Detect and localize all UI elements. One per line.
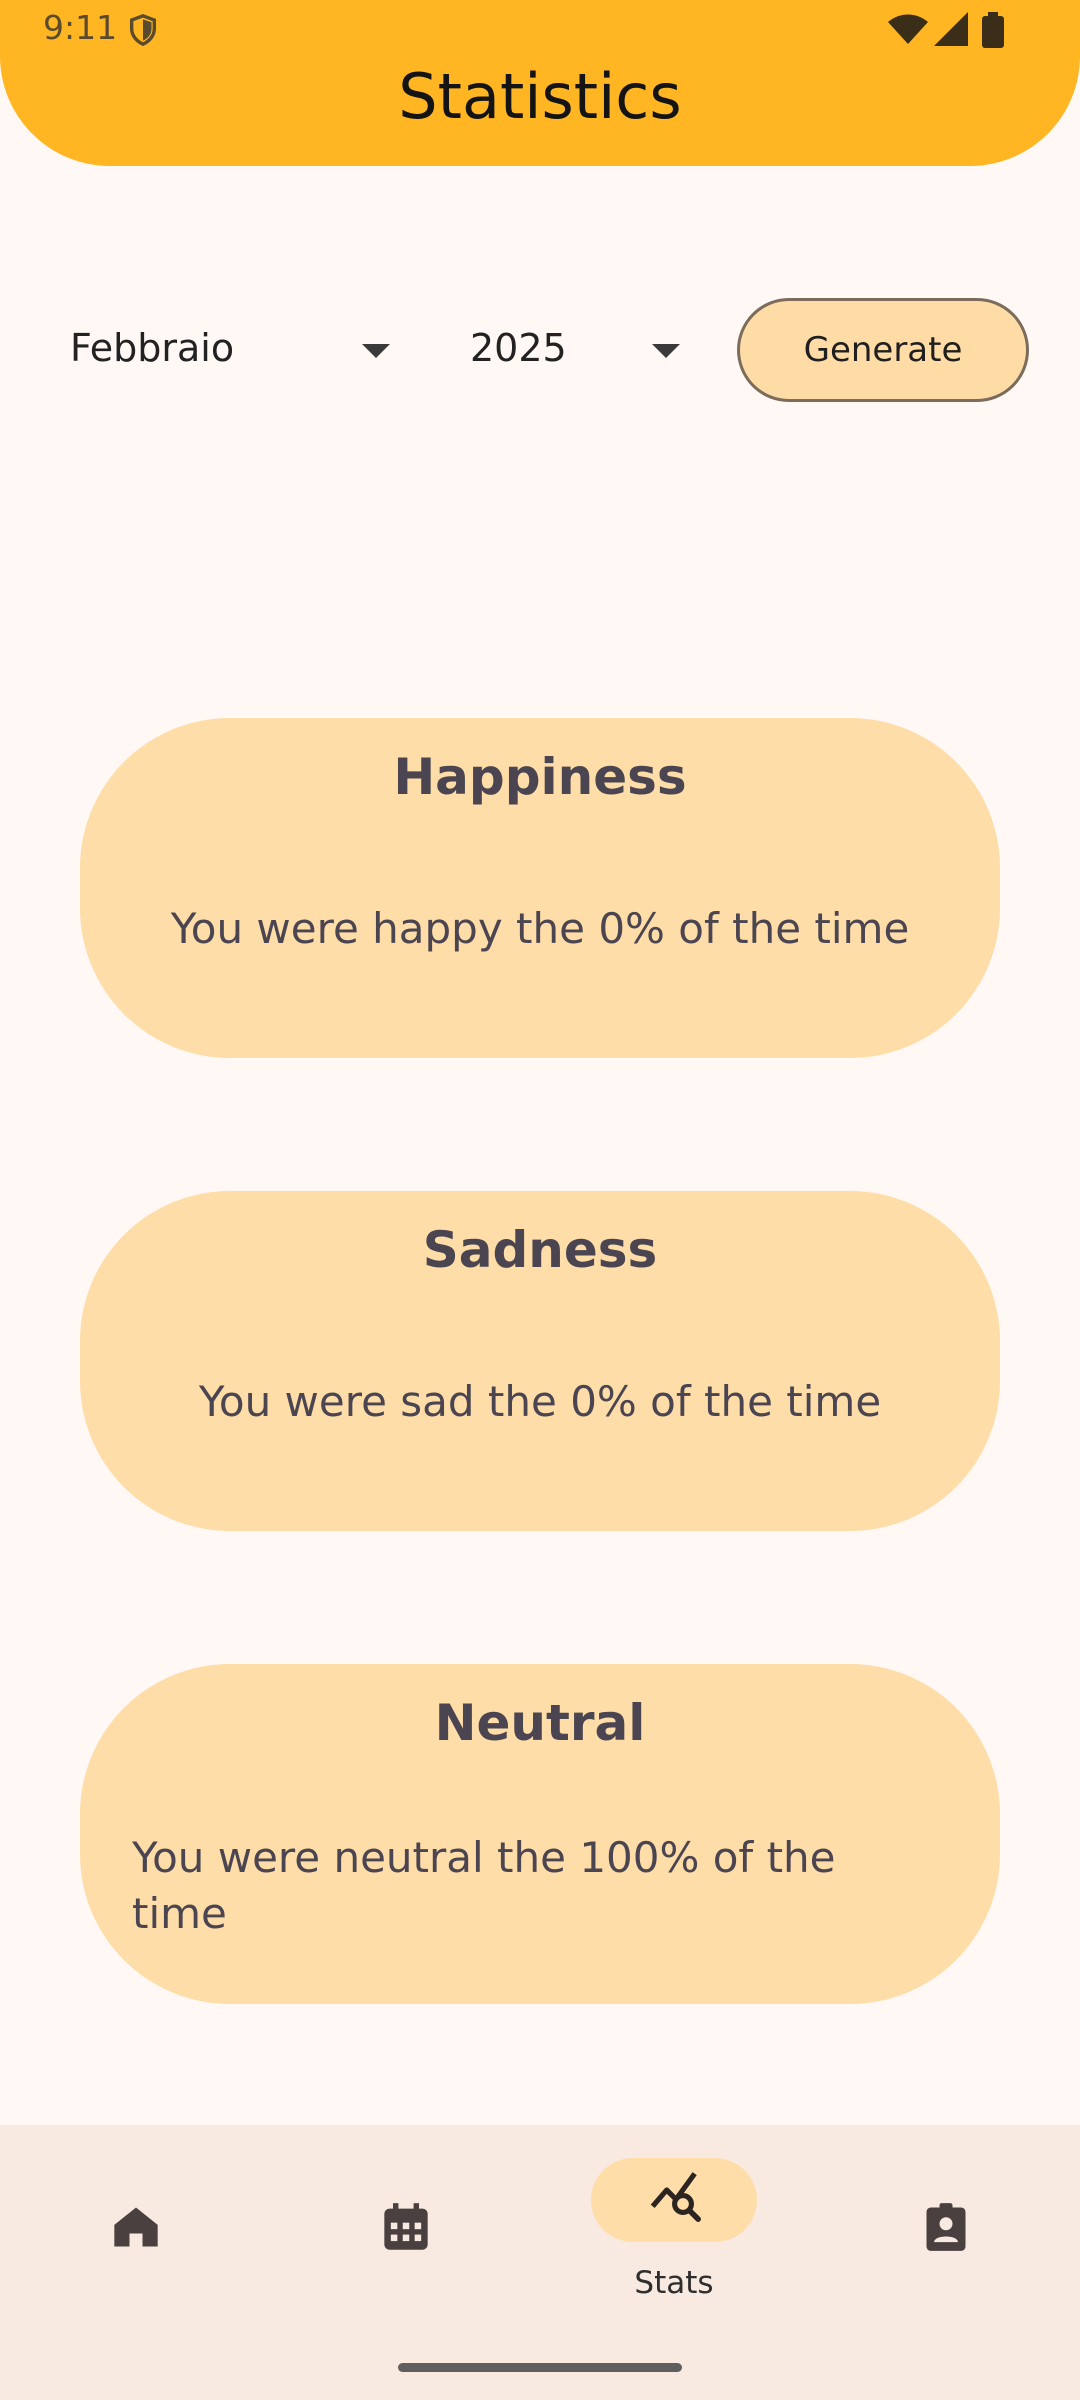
bottom-navigation: Stats [0,2125,1080,2400]
stats-icon [650,2172,701,2222]
generate-button[interactable]: Generate [737,298,1029,402]
card-text: You were happy the 0% of the time [170,904,910,953]
month-value: Febbraio [70,326,235,370]
page-title: Statistics [398,60,682,133]
happiness-card: Happiness You were happy the 0% of the t… [80,718,1000,1058]
nav-home[interactable] [34,2125,234,2325]
card-title: Happiness [393,748,687,806]
statistics-screen: 9:11 Statistics Febbraio 2025 Generate H… [0,0,1080,2400]
card-title: Neutral [434,1694,646,1752]
chevron-down-icon [652,344,680,358]
home-indicator[interactable] [398,2363,682,2372]
nav-calendar[interactable] [304,2125,504,2325]
app-header: 9:11 Statistics [0,0,1080,166]
status-time: 9:11 [43,8,118,47]
status-bar: 9:11 [0,0,1080,60]
home-icon [114,2207,158,2247]
card-text: You were neutral the 100% of the time [132,1833,836,1938]
signal-icon [934,12,968,46]
wifi-icon [888,14,928,44]
year-dropdown[interactable]: 2025 [470,300,680,396]
nav-stats[interactable]: Stats [574,2125,774,2325]
card-text: You were sad the 0% of the time [198,1377,882,1426]
calendar-icon [384,2203,428,2250]
card-title: Sadness [422,1221,658,1279]
nav-label: Stats [634,2265,714,2301]
month-dropdown[interactable]: Febbraio [70,300,390,396]
nav-profile[interactable] [844,2125,1044,2325]
sadness-card: Sadness You were sad the 0% of the time [80,1191,1000,1531]
chevron-down-icon [362,344,390,358]
battery-icon [982,12,1004,48]
shield-icon [129,14,157,47]
year-value: 2025 [470,326,567,370]
neutral-card: Neutral You were neutral the 100% of the… [80,1664,1000,2004]
profile-icon [926,2203,966,2251]
